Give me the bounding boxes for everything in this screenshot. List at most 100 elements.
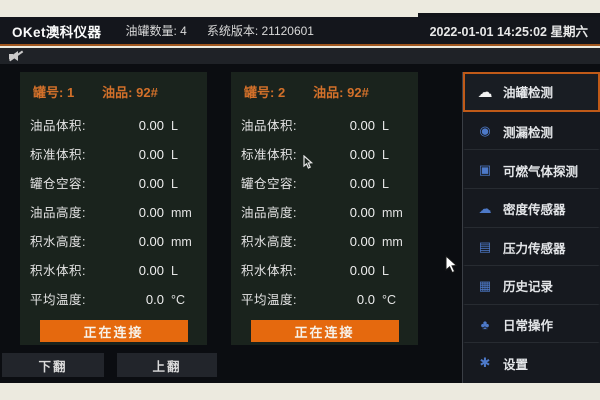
tank-number-label: 罐号: 1 xyxy=(33,85,75,100)
row-label: 平均温度: xyxy=(30,293,86,307)
row-unit: L xyxy=(382,177,389,191)
row-label: 油品高度: xyxy=(30,206,86,220)
row-value: 0.0 xyxy=(145,292,164,307)
sidebar-item-tank-detection[interactable]: ☁ 油罐检测 xyxy=(463,72,600,112)
data-row: 标准体积: 0.00 L xyxy=(30,139,197,168)
sidebar-item-label: 压力传感器 xyxy=(503,241,566,256)
tank-panel-2: 罐号: 2 油品: 92# 油品体积: 0.00 L 标准体积: 0.00 L … xyxy=(231,72,418,345)
history-icon: ▦ xyxy=(478,277,492,293)
tank-number-label: 罐号: 2 xyxy=(244,85,286,100)
page-up-button[interactable]: 上翻 xyxy=(117,353,217,377)
row-label: 油品体积: xyxy=(241,119,297,133)
sidebar-item-settings[interactable]: ✱ 设置 xyxy=(463,343,600,383)
data-row: 油品高度: 0.00 mm xyxy=(30,197,197,226)
sidebar-item-pressure-sensor[interactable]: ▤ 压力传感器 xyxy=(463,228,600,267)
row-value: 0.00 xyxy=(138,263,164,278)
row-label: 标准体积: xyxy=(30,148,86,162)
daily-ops-icon: ♣ xyxy=(480,317,490,333)
tank-cloud-icon: ☁ xyxy=(477,83,493,101)
sidebar-menu: ☁ 油罐检测 ◉ 测漏检测 ▣ 可燃气体探测 ☁ 密度传感器 ▤ 压力传感器 ▦… xyxy=(462,72,600,383)
sidebar-item-label: 测漏检测 xyxy=(503,125,554,140)
row-unit: mm xyxy=(382,235,403,249)
row-value: 0.00 xyxy=(138,234,164,249)
row-value: 0.00 xyxy=(138,118,164,133)
row-value: 0.00 xyxy=(138,176,164,191)
data-row: 积水高度: 0.00 mm xyxy=(241,226,408,255)
sidebar-item-daily-operations[interactable]: ♣ 日常操作 xyxy=(463,305,600,344)
row-unit: L xyxy=(382,119,389,133)
oil-type-label: 油品: 92# xyxy=(102,85,158,100)
tank-panel-2-header: 罐号: 2 油品: 92# xyxy=(244,82,408,101)
sidebar-item-label: 设置 xyxy=(503,357,529,372)
row-label: 油品体积: xyxy=(30,119,86,133)
data-row: 平均温度: 0.0 °C xyxy=(30,284,197,313)
sidebar-item-label: 可燃气体探测 xyxy=(503,164,579,179)
row-unit: mm xyxy=(171,206,192,220)
row-label: 平均温度: xyxy=(241,293,297,307)
row-label: 积水高度: xyxy=(241,235,297,249)
row-value: 0.00 xyxy=(349,118,375,133)
data-row: 平均温度: 0.0 °C xyxy=(241,284,408,313)
device-screen: OKet澳科仪器 油罐数量: 4 系统版本: 21120601 2022-01-… xyxy=(0,0,600,400)
row-unit: mm xyxy=(382,206,403,220)
topbar: OKet澳科仪器 油罐数量: 4 系统版本: 21120601 2022-01-… xyxy=(0,17,600,46)
system-version-label: 系统版本: 21120601 xyxy=(206,24,314,38)
sidebar-item-density-sensor[interactable]: ☁ 密度传感器 xyxy=(463,189,600,228)
row-label: 罐仓空容: xyxy=(241,177,297,191)
row-unit: L xyxy=(171,177,178,191)
settings-gear-icon: ✱ xyxy=(479,355,491,371)
data-row: 积水体积: 0.00 L xyxy=(30,255,197,284)
row-label: 罐仓空容: xyxy=(30,177,86,191)
sidebar-item-label: 历史记录 xyxy=(503,280,554,295)
connecting-button[interactable]: 正在连接 xyxy=(39,320,188,342)
row-unit: L xyxy=(171,148,178,162)
status-bar xyxy=(0,48,600,64)
data-row: 标准体积: 0.00 L xyxy=(241,139,408,168)
sidebar-item-leak-detection[interactable]: ◉ 测漏检测 xyxy=(463,112,600,151)
sidebar-item-label: 日常操作 xyxy=(503,319,554,334)
sidebar-item-label: 油罐检测 xyxy=(503,86,554,101)
app-logo: OKet澳科仪器 xyxy=(12,24,102,40)
sidebar-item-history[interactable]: ▦ 历史记录 xyxy=(463,266,600,305)
row-label: 积水体积: xyxy=(30,264,86,278)
row-unit: mm xyxy=(171,235,192,249)
row-label: 标准体积: xyxy=(241,148,297,162)
sidebar-item-gas-detection[interactable]: ▣ 可燃气体探测 xyxy=(463,150,600,189)
leak-detect-icon: ◉ xyxy=(479,123,491,139)
connecting-button[interactable]: 正在连接 xyxy=(250,320,399,342)
data-row: 油品体积: 0.00 L xyxy=(30,110,197,139)
row-value: 0.00 xyxy=(138,205,164,220)
row-value: 0.00 xyxy=(349,263,375,278)
data-row: 罐仓空容: 0.00 L xyxy=(241,168,408,197)
oil-type-label: 油品: 92# xyxy=(313,85,369,100)
tank-count-label: 油罐数量: 4 xyxy=(125,24,187,38)
row-unit: L xyxy=(171,264,178,278)
row-value: 0.00 xyxy=(349,205,375,220)
sidebar-item-label: 密度传感器 xyxy=(503,203,566,218)
data-row: 油品体积: 0.00 L xyxy=(241,110,408,139)
row-value: 0.00 xyxy=(349,176,375,191)
row-value: 0.00 xyxy=(349,234,375,249)
row-unit: °C xyxy=(171,293,186,307)
pressure-sensor-icon: ▤ xyxy=(478,239,492,255)
data-row: 积水高度: 0.00 mm xyxy=(30,226,197,255)
row-label: 积水体积: xyxy=(241,264,297,278)
data-row: 罐仓空容: 0.00 L xyxy=(30,168,197,197)
page-down-button[interactable]: 下翻 xyxy=(2,353,104,377)
gas-detector-icon: ▣ xyxy=(478,162,492,178)
row-unit: L xyxy=(382,264,389,278)
row-unit: L xyxy=(382,148,389,162)
row-unit: °C xyxy=(382,293,397,307)
data-row: 积水体积: 0.00 L xyxy=(241,255,408,284)
data-row: 油品高度: 0.00 mm xyxy=(241,197,408,226)
row-label: 油品高度: xyxy=(241,206,297,220)
row-value: 0.00 xyxy=(138,147,164,162)
density-sensor-icon: ☁ xyxy=(478,200,492,216)
row-label: 积水高度: xyxy=(30,235,86,249)
row-value: 0.0 xyxy=(356,292,375,307)
row-unit: L xyxy=(171,119,178,133)
row-value: 0.00 xyxy=(349,147,375,162)
datetime-label: 2022-01-01 14:25:02 星期六 xyxy=(429,25,588,39)
tank-panel-1: 罐号: 1 油品: 92# 油品体积: 0.00 L 标准体积: 0.00 L … xyxy=(20,72,207,345)
speaker-muted-icon xyxy=(8,50,24,62)
